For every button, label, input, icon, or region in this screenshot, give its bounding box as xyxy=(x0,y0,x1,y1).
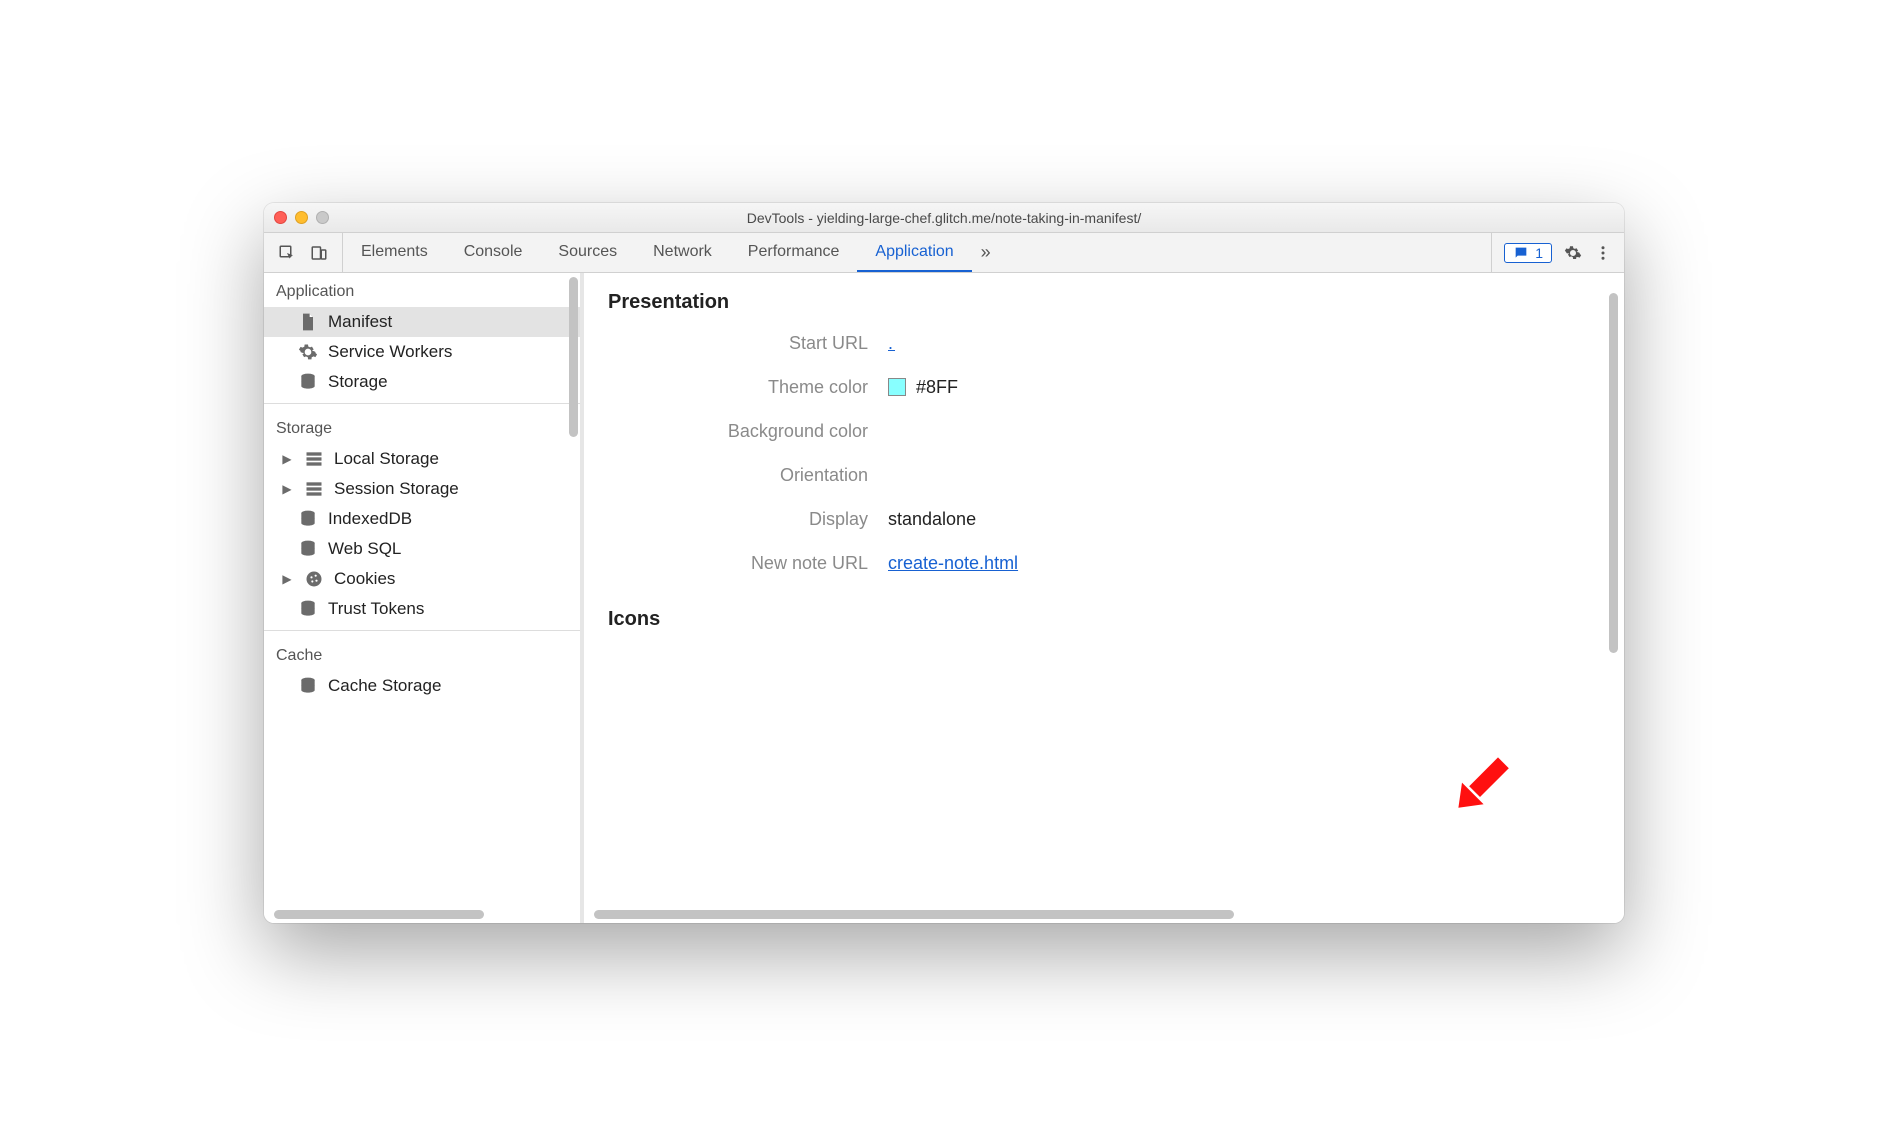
tab-sources[interactable]: Sources xyxy=(540,233,635,272)
console-messages-badge[interactable]: 1 xyxy=(1504,243,1552,263)
zoom-window-button[interactable] xyxy=(316,211,329,224)
sidebar-item-label: IndexedDB xyxy=(328,509,412,529)
kebab-menu-icon[interactable] xyxy=(1594,244,1612,262)
minimize-window-button[interactable] xyxy=(295,211,308,224)
manifest-panel: Presentation Start URL . Theme color #8F… xyxy=(584,273,1624,923)
row-new-note-url: New note URL create-note.html xyxy=(608,552,1600,574)
sidebar-item-label: Service Workers xyxy=(328,342,452,362)
sidebar-item-trust-tokens[interactable]: Trust Tokens xyxy=(264,594,580,624)
row-background-color: Background color xyxy=(608,420,1600,442)
tab-network[interactable]: Network xyxy=(635,233,730,272)
devtools-window: DevTools - yielding-large-chef.glitch.me… xyxy=(264,203,1624,923)
application-sidebar: Application Manifest Service Workers xyxy=(264,273,584,923)
database-icon xyxy=(298,676,318,696)
theme-color-swatch xyxy=(888,378,906,396)
database-icon xyxy=(298,539,318,559)
sidebar-item-label: Web SQL xyxy=(328,539,401,559)
sidebar-item-cookies[interactable]: ▶ Cookies xyxy=(264,564,580,594)
sidebar-heading-storage: Storage xyxy=(264,410,580,444)
label-new-note-url: New note URL xyxy=(608,553,888,574)
row-display: Display standalone xyxy=(608,508,1600,530)
titlebar: DevTools - yielding-large-chef.glitch.me… xyxy=(264,203,1624,233)
label-display: Display xyxy=(608,509,888,530)
sidebar-item-label: Local Storage xyxy=(334,449,439,469)
more-tabs-icon[interactable]: » xyxy=(972,233,1000,272)
sidebar-item-label: Cache Storage xyxy=(328,676,441,696)
chevron-right-icon: ▶ xyxy=(280,482,294,496)
label-start-url: Start URL xyxy=(608,333,888,354)
panel-horizontal-scrollbar[interactable] xyxy=(594,910,1234,919)
cookie-icon xyxy=(304,569,324,589)
tab-elements[interactable]: Elements xyxy=(343,233,446,272)
database-icon xyxy=(298,599,318,619)
gear-icon xyxy=(298,342,318,362)
sidebar-item-service-workers[interactable]: Service Workers xyxy=(264,337,580,367)
theme-color-value: #8FF xyxy=(916,377,958,398)
window-title: DevTools - yielding-large-chef.glitch.me… xyxy=(264,210,1624,226)
inspect-element-icon[interactable] xyxy=(278,244,296,262)
panel-scrollbar[interactable] xyxy=(1609,293,1618,653)
sidebar-item-storage[interactable]: Storage xyxy=(264,367,580,397)
sidebar-item-cache-storage[interactable]: Cache Storage xyxy=(264,671,580,701)
start-url-link[interactable]: . xyxy=(888,333,895,354)
devtools-tabstrip: Elements Console Sources Network Perform… xyxy=(264,233,1624,273)
sidebar-item-label: Storage xyxy=(328,372,388,392)
row-orientation: Orientation xyxy=(608,464,1600,486)
row-start-url: Start URL . xyxy=(608,332,1600,354)
console-messages-count: 1 xyxy=(1535,245,1543,261)
sidebar-item-indexeddb[interactable]: IndexedDB xyxy=(264,504,580,534)
sidebar-scrollbar[interactable] xyxy=(569,277,578,437)
sidebar-item-session-storage[interactable]: ▶ Session Storage xyxy=(264,474,580,504)
row-theme-color: Theme color #8FF xyxy=(608,376,1600,398)
sidebar-item-local-storage[interactable]: ▶ Local Storage xyxy=(264,444,580,474)
sidebar-item-label: Trust Tokens xyxy=(328,599,424,619)
table-icon xyxy=(304,479,324,499)
icons-heading: Icons xyxy=(608,608,1600,631)
table-icon xyxy=(304,449,324,469)
sidebar-item-manifest[interactable]: Manifest xyxy=(264,307,580,337)
label-theme-color: Theme color xyxy=(608,377,888,398)
sidebar-horizontal-scrollbar[interactable] xyxy=(274,910,484,919)
sidebar-item-label: Manifest xyxy=(328,312,392,332)
main-split: Application Manifest Service Workers xyxy=(264,273,1624,923)
window-controls xyxy=(274,211,329,224)
settings-icon[interactable] xyxy=(1564,244,1582,262)
sidebar-item-label: Session Storage xyxy=(334,479,459,499)
label-orientation: Orientation xyxy=(608,465,888,486)
sidebar-heading-application: Application xyxy=(264,273,580,307)
sidebar-heading-cache: Cache xyxy=(264,637,580,671)
sidebar-item-web-sql[interactable]: Web SQL xyxy=(264,534,580,564)
presentation-heading: Presentation xyxy=(608,291,1600,314)
sidebar-item-label: Cookies xyxy=(334,569,395,589)
close-window-button[interactable] xyxy=(274,211,287,224)
database-icon xyxy=(298,509,318,529)
device-toolbar-icon[interactable] xyxy=(310,244,328,262)
file-icon xyxy=(298,312,318,332)
display-value: standalone xyxy=(888,509,976,530)
tab-application[interactable]: Application xyxy=(857,233,971,272)
tab-performance[interactable]: Performance xyxy=(730,233,858,272)
tab-console[interactable]: Console xyxy=(446,233,541,272)
label-background-color: Background color xyxy=(608,421,888,442)
new-note-url-link[interactable]: create-note.html xyxy=(888,553,1018,574)
chevron-right-icon: ▶ xyxy=(280,452,294,466)
chevron-right-icon: ▶ xyxy=(280,572,294,586)
database-icon xyxy=(298,372,318,392)
